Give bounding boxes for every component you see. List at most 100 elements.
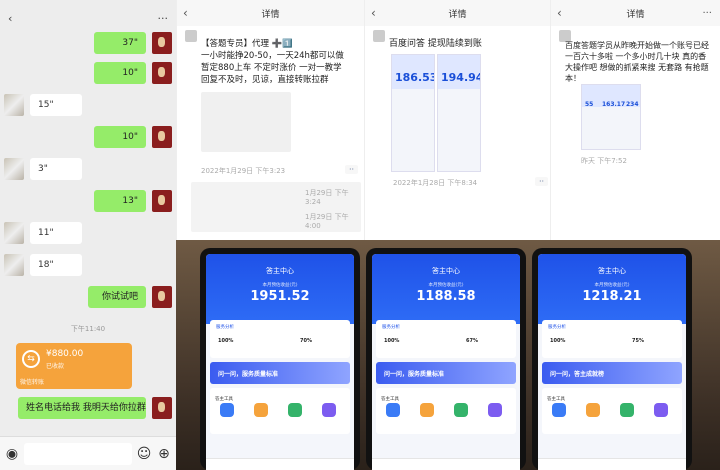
tab-service[interactable]: 服务分析 (216, 324, 234, 330)
avatar[interactable] (152, 190, 172, 212)
chat-message[interactable]: 10" (94, 62, 172, 84)
avatar[interactable] (4, 222, 24, 244)
tool-icon[interactable] (386, 403, 400, 417)
comment-button[interactable]: ·· (535, 177, 549, 186)
figure-value: 55 (585, 101, 594, 108)
phones-photo: 答主中心 本月预估收益(元) 1951.52 服务分析 100% 70% 问一问，服务质量标… (176, 240, 720, 470)
comment-button[interactable]: ·· (345, 165, 359, 174)
tools-card: 答主工具 (376, 388, 516, 434)
chat-message[interactable]: 姓名电话给我 我明天给你拉群 (18, 397, 172, 419)
tool-icon[interactable] (322, 403, 336, 417)
back-icon[interactable]: ‹ (183, 6, 188, 20)
message-input[interactable] (24, 442, 132, 465)
message-bubble[interactable]: 18" (30, 254, 82, 276)
message-bubble[interactable]: 姓名电话给我 我明天给你拉群 (18, 397, 146, 419)
message-bubble[interactable]: 你试试吧 (88, 286, 146, 308)
stat-value: 100% (550, 338, 566, 344)
tool-icon[interactable] (420, 403, 434, 417)
comment-time-2: 1月29日 下午4:00 (305, 213, 349, 230)
tools-card: 答主工具 (542, 388, 682, 434)
service-card[interactable]: 服务分析 100% 75% (542, 320, 682, 358)
balance-label: 本月预估收益(元) (428, 283, 464, 288)
chat-message[interactable]: 你试试吧 (88, 286, 172, 308)
bottom-nav[interactable] (372, 458, 520, 470)
phone-screen: 答主中心 本月预估收益(元) 1951.52 服务分析 100% 70% 问一问，服务质量标… (206, 254, 354, 470)
transfer-status: 已收款 (46, 363, 65, 370)
tool-icon[interactable] (454, 403, 468, 417)
phone: 答主中心 本月预估收益(元) 1188.58 服务分析 100% 67% 问一问，服务质量标… (366, 248, 526, 470)
input-bar: ◉ ☺ ⊕ (0, 436, 176, 470)
chat-header: ‹ ··· (0, 0, 176, 36)
voice-icon[interactable]: ◉ (4, 446, 20, 462)
back-icon[interactable]: ‹ (557, 6, 562, 20)
more-icon[interactable]: ··· (158, 12, 169, 25)
plus-icon[interactable]: ⊕ (156, 446, 172, 462)
screen-title: 答主中心 (266, 267, 294, 275)
transfer-caption: 微信转账 (20, 379, 45, 386)
avatar[interactable] (152, 62, 172, 84)
stat-value: 100% (384, 338, 400, 344)
avatar[interactable] (152, 397, 172, 419)
post-time: 2022年1月29日 下午3:23 (201, 167, 286, 175)
post-screenshot[interactable]: 55 163.17 234 (581, 84, 641, 150)
chat-message[interactable]: 13" (94, 190, 172, 212)
tab-service[interactable]: 服务分析 (548, 324, 566, 330)
transfer-card[interactable]: ⇆ ¥880.00 已收款 微信转账 (16, 343, 132, 389)
promo-banner[interactable]: 问一问，服务质量标准 (376, 362, 516, 384)
promo-banner[interactable]: 问一问，服务质量标准 (210, 362, 350, 384)
figure-value: 234 (626, 101, 639, 108)
avatar[interactable] (152, 126, 172, 148)
avatar[interactable] (152, 32, 172, 54)
service-card[interactable]: 服务分析 100% 67% (376, 320, 516, 358)
emoji-icon[interactable]: ☺ (136, 446, 152, 462)
message-bubble[interactable]: 3" (30, 158, 82, 180)
tool-icon[interactable] (586, 403, 600, 417)
post-header-title: 详情 (261, 9, 280, 20)
chat-message[interactable]: 11" (4, 222, 82, 244)
avatar[interactable] (4, 158, 24, 180)
chat-message[interactable]: 10" (94, 126, 172, 148)
balance-label: 本月预估收益(元) (594, 283, 630, 288)
tool-icon[interactable] (488, 403, 502, 417)
avatar (373, 30, 385, 42)
post-image[interactable] (201, 92, 291, 152)
tool-icon[interactable] (620, 403, 634, 417)
balance-value: 1951.52 (250, 289, 310, 304)
more-icon[interactable]: ··· (702, 8, 712, 19)
tab-service[interactable]: 服务分析 (382, 324, 400, 330)
tool-icon[interactable] (654, 403, 668, 417)
chat-message[interactable]: 37" (94, 32, 172, 54)
promo-banner[interactable]: 问一问，答主成就榜 (542, 362, 682, 384)
message-bubble[interactable]: 10" (94, 62, 146, 84)
bottom-nav[interactable] (206, 458, 354, 470)
chat-message[interactable]: 15" (4, 94, 82, 116)
chat-panel: ‹ ··· 37" 10" 15" 10" 3" 13" 11" 18" 你试试吧姓名电话给我 … (0, 0, 176, 470)
tools-label: 答主工具 (381, 397, 399, 402)
message-bubble[interactable]: 10" (94, 126, 146, 148)
service-card[interactable]: 服务分析 100% 70% (210, 320, 350, 358)
tool-icon[interactable] (288, 403, 302, 417)
post-text: 百度问答 提现陆续到账 (389, 39, 482, 49)
avatar[interactable] (4, 254, 24, 276)
transfer-amount: ¥880.00 (46, 349, 84, 359)
stat-value: 70% (300, 338, 312, 344)
message-bubble[interactable]: 13" (94, 190, 146, 212)
post-screenshot-1[interactable]: 186.53 (391, 54, 435, 172)
post-screenshot-2[interactable]: 194.94 (437, 54, 481, 172)
post-text: 百度答题学员从昨晚开始做一个账号已经 一百六十多啦 一个多小时几十块 真的香 大… (565, 41, 709, 83)
message-bubble[interactable]: 37" (94, 32, 146, 54)
chat-message[interactable]: 18" (4, 254, 82, 276)
tool-icon[interactable] (254, 403, 268, 417)
avatar[interactable] (4, 94, 24, 116)
bottom-nav[interactable] (538, 458, 686, 470)
back-icon[interactable]: ‹ (8, 12, 12, 25)
chat-message[interactable]: 3" (4, 158, 82, 180)
back-icon[interactable]: ‹ (371, 6, 376, 20)
avatar[interactable] (152, 286, 172, 308)
post-detail-1: ‹ 详情 【答题专员】代理 ➕1️⃣ 一小时能挣20-50，一天24h都可以做 … (176, 0, 364, 240)
message-bubble[interactable]: 11" (30, 222, 82, 244)
tool-icon[interactable] (220, 403, 234, 417)
tool-icon[interactable] (552, 403, 566, 417)
phone-screen: 答主中心 本月预估收益(元) 1188.58 服务分析 100% 67% 问一问，服务质量标… (372, 254, 520, 470)
message-bubble[interactable]: 15" (30, 94, 82, 116)
